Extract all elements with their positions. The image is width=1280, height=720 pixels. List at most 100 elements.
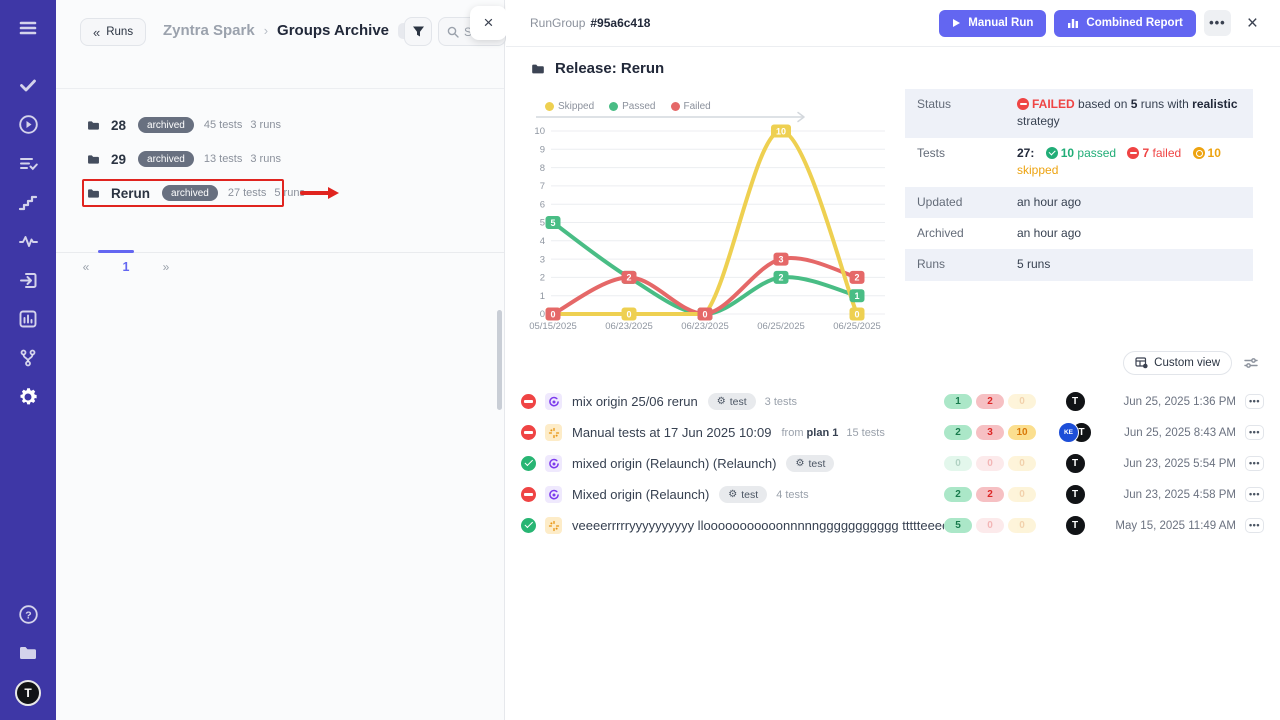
close-icon[interactable]: × [1247,14,1258,33]
run-row[interactable]: veeeerrrrryyyyyyyyyy llooooooooooonnnnng… [521,510,1264,541]
custom-view-button[interactable]: Custom view [1123,351,1232,375]
failed-count-pill: 0 [976,518,1004,533]
plan-link[interactable]: plan 1 [807,427,839,439]
filter-button[interactable] [404,17,432,46]
pagination: « 1 » [56,260,216,274]
scrollbar-thumb[interactable] [497,310,502,410]
help-icon[interactable]: ? [16,602,40,626]
menu-icon[interactable] [16,16,40,40]
avatar[interactable]: KE [1058,422,1079,443]
run-failed-icon [521,394,536,409]
more-actions-button[interactable]: ••• [1204,10,1231,36]
panel-close-button[interactable]: × [470,6,507,40]
failed-count-pill: 3 [976,425,1004,440]
pagination-next[interactable]: » [136,260,196,274]
steps-icon[interactable] [16,190,40,214]
svg-text:8: 8 [540,163,545,174]
group-tests-count: 13 tests [204,153,243,165]
rungroup-id: #95a6c418 [590,16,650,30]
svg-text:2: 2 [778,273,783,283]
svg-text:06/23/2025: 06/23/2025 [605,321,653,332]
run-tests-count: 15 tests [846,427,885,439]
detail-header: RunGroup #95a6c418 Manual Run Combined R… [506,0,1280,47]
close-icon: × [484,13,494,33]
gear-icon[interactable] [16,385,40,409]
updated-value: an hour ago [1017,194,1241,211]
run-failed-icon [521,425,536,440]
avatar[interactable]: T [1065,515,1086,536]
sliders-icon[interactable] [1244,357,1258,369]
avatar[interactable]: T [1065,484,1086,505]
run-title: mix origin 25/06 rerun [572,394,698,409]
tag-badge: ⚙test [719,486,767,503]
tests-passed-word: passed [1077,146,1116,160]
folder-icon [86,118,101,133]
failed-status-icon [1017,98,1029,110]
run-tests-count: 3 tests [765,396,797,408]
check-icon[interactable] [16,73,40,97]
group-runs-count: 3 runs [250,119,281,131]
group-row-28[interactable]: 28 archived 45 tests 3 runs [56,108,504,142]
skipped-count-pill: 0 [1008,518,1036,533]
pagination-active-indicator [98,250,134,253]
search-icon [447,26,459,38]
run-row[interactable]: mix origin 25/06 rerun ⚙test 3 tests 1 2… [521,386,1264,417]
skipped-count-pill: 0 [1008,394,1036,409]
avatar[interactable]: T [1065,391,1086,412]
breadcrumb-project[interactable]: Zyntra Spark [163,22,255,39]
svg-text:0: 0 [626,309,631,319]
svg-text:0: 0 [550,309,555,319]
passed-count-pill: 2 [944,425,972,440]
row-more-button[interactable]: ••• [1245,456,1264,471]
list-check-icon[interactable] [16,151,40,175]
user-avatar[interactable]: T [15,680,41,706]
run-tests-count: 4 tests [776,489,808,501]
entity-type-label: RunGroup [530,16,585,30]
combined-report-button[interactable]: Combined Report [1054,10,1195,37]
group-row-rerun[interactable]: Rerun archived 27 tests 5 runs [56,176,504,210]
play-circle-icon[interactable] [16,112,40,136]
row-more-button[interactable]: ••• [1245,518,1264,533]
status-text: runs with [1141,97,1189,111]
row-more-button[interactable]: ••• [1245,394,1264,409]
summary-label: Status [917,96,1017,131]
page-title: Release: Rerun [555,60,664,77]
status-strategy: realistic [1192,97,1237,111]
svg-text:9: 9 [540,145,545,156]
gear-icon: ⚙ [728,490,737,500]
avatar[interactable]: T [1065,453,1086,474]
summary-row-tests: Tests 27: 10 passed 7 failed 10 skipped [905,138,1253,187]
breadcrumb: Zyntra Spark › Groups Archive 3 [163,22,416,39]
passed-count-pill: 2 [944,487,972,502]
manual-run-button[interactable]: Manual Run [939,10,1046,37]
branch-icon[interactable] [16,346,40,370]
run-title: Manual tests at 17 Jun 2025 10:09 [572,425,771,440]
group-row-29[interactable]: 29 archived 13 tests 3 runs [56,142,504,176]
chevrons-left-icon: « [93,25,100,40]
pulse-icon[interactable] [16,229,40,253]
svg-text:?: ? [25,609,31,621]
tests-skipped-count: 10 [1208,146,1221,160]
run-row[interactable]: mixed origin (Relaunch) (Relaunch) ⚙test… [521,448,1264,479]
row-more-button[interactable]: ••• [1245,425,1264,440]
tests-skipped-word: skipped [1017,163,1058,177]
result-count-pills: 5 0 0 [944,518,1040,533]
funnel-icon [412,25,425,38]
svg-text:0: 0 [854,309,859,319]
back-to-runs-button[interactable]: « Runs [80,18,146,46]
run-date: Jun 25, 2025 8:43 AM [1110,427,1245,439]
svg-text:2: 2 [854,273,859,283]
runs-value: 5 runs [1017,256,1241,273]
breadcrumb-separator: › [264,23,268,38]
report-icon[interactable] [16,307,40,331]
summary-label: Updated [917,194,1017,211]
result-count-pills: 2 2 0 [944,487,1040,502]
import-icon[interactable] [16,268,40,292]
folder-icon[interactable] [16,641,40,665]
group-name: 28 [111,118,126,133]
row-more-button[interactable]: ••• [1245,487,1264,502]
tag-badge: ⚙test [708,393,756,410]
folder-icon [86,186,101,201]
run-row[interactable]: Mixed origin (Relaunch) ⚙test 4 tests 2 … [521,479,1264,510]
run-row[interactable]: Manual tests at 17 Jun 2025 10:09 from p… [521,417,1264,448]
